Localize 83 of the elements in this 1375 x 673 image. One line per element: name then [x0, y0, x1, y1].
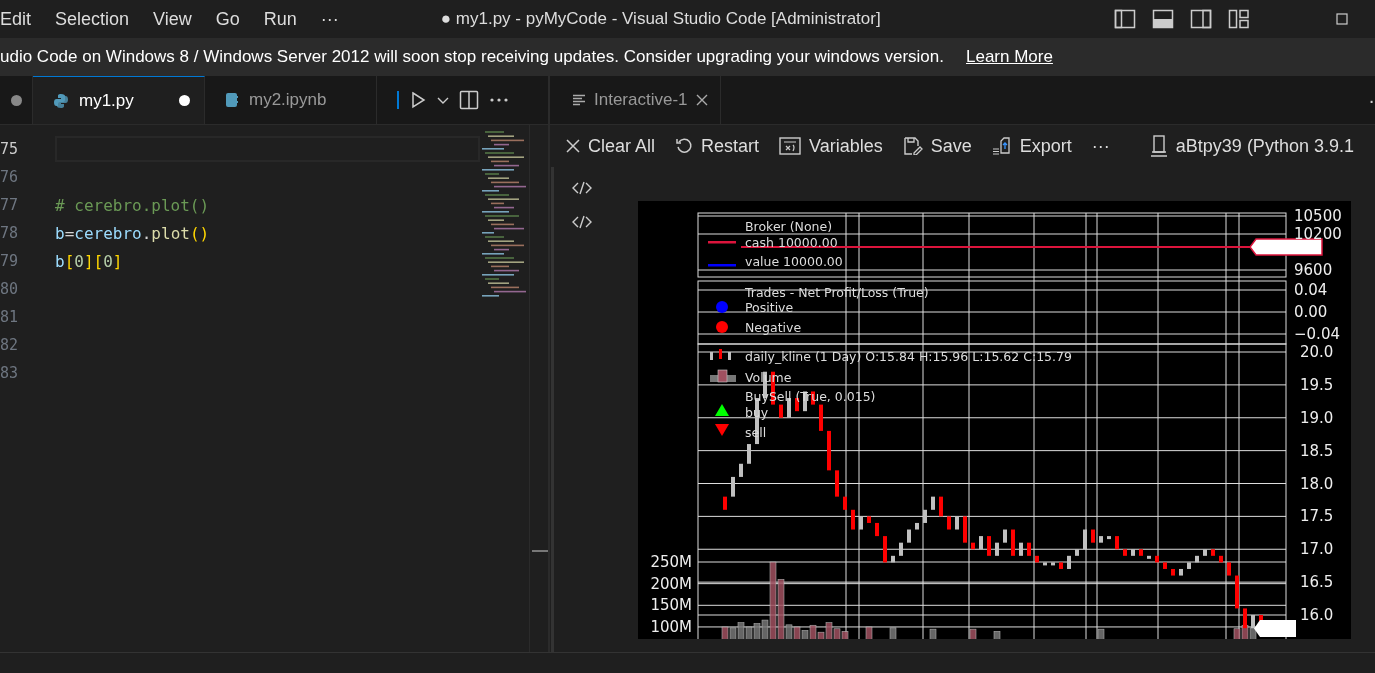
- caret-icon[interactable]: [437, 95, 449, 105]
- code-line: b=cerebro.plot(): [55, 223, 210, 243]
- lines-icon: [572, 94, 586, 106]
- interactive-tab[interactable]: Interactive-1: [550, 76, 721, 124]
- menu-item[interactable]: Go: [203, 8, 252, 30]
- line-number: 81: [0, 308, 20, 326]
- editor-tab[interactable]: my2.ipynb: [205, 76, 377, 124]
- axis-tick-label: 17.0: [1300, 540, 1334, 559]
- axis-tick-label: 0.04: [1294, 281, 1328, 299]
- line-number: 82: [0, 336, 20, 354]
- line-number: 78: [0, 224, 20, 242]
- save-button[interactable]: Save: [902, 135, 972, 157]
- menu-item[interactable]: Run: [251, 8, 309, 30]
- axis-tick-label: 18.0: [1300, 474, 1334, 493]
- line-number: 83: [0, 364, 20, 382]
- legend-label: daily_kline (1 Day) O:15.84 H:15.96 L:15.62 C:15.79: [745, 349, 1072, 364]
- close-icon[interactable]: [695, 94, 708, 106]
- axis-tick-label: 100M: [650, 617, 692, 636]
- code-icon[interactable]: [572, 215, 592, 229]
- price-tag: [1254, 620, 1296, 637]
- legend-label: Broker (None): [745, 219, 833, 234]
- axis-tick-label: 19.5: [1300, 375, 1334, 394]
- axis-tick-label: 19.0: [1300, 408, 1334, 427]
- legend-label: cash 10000.00: [745, 235, 838, 250]
- axis-tick-label: 9600: [1294, 261, 1333, 279]
- export-button[interactable]: Export: [991, 135, 1072, 157]
- line-number: 77: [0, 196, 20, 214]
- axis-tick-label: 17.5: [1300, 507, 1334, 526]
- line-number: 80: [0, 280, 20, 298]
- code-icon[interactable]: [572, 181, 592, 195]
- legend-candle-icon: [710, 349, 731, 360]
- menu-item[interactable]: Edit: [0, 8, 44, 30]
- close-icon: [566, 139, 580, 153]
- line-number: 76: [0, 168, 20, 186]
- axis-tick-label: 18.5: [1300, 441, 1334, 460]
- python-file-icon: [53, 92, 69, 109]
- minimize-icon[interactable]: [1336, 13, 1348, 25]
- more-button[interactable]: ···: [1091, 135, 1110, 157]
- save-icon: [902, 137, 923, 155]
- restart-button[interactable]: Restart: [675, 135, 760, 157]
- legend-label: Trades - Net Profit/Loss (True): [745, 285, 929, 300]
- export-icon: [991, 137, 1012, 155]
- more-icon[interactable]: [489, 97, 509, 103]
- kernel-icon: [1149, 135, 1168, 157]
- line-number: 75: [0, 140, 20, 158]
- kernel-button[interactable]: aBtpy39 (Python 3.9.1: [1149, 135, 1354, 157]
- axis-tick-label: 250M: [650, 553, 692, 571]
- axis-tick-label: 20.0: [1300, 343, 1334, 361]
- update-notice: udio Code on Windows 8 / Windows Server 2012 will soon stop receiving updates. Consider upgrading your windows version.: [0, 47, 944, 67]
- close-button[interactable]: Clear All: [566, 135, 656, 157]
- axis-tick-label: 0.00: [1294, 303, 1328, 321]
- more-actions[interactable]: ·: [1368, 88, 1375, 112]
- variables-icon: [779, 137, 802, 155]
- run-icon[interactable]: [409, 91, 427, 109]
- code-line: # cerebro.plot(): [55, 195, 210, 215]
- unsaved-dot: [179, 95, 190, 106]
- menu-item[interactable]: ···: [308, 8, 351, 30]
- window-title: ● my1.py - pyMyCode - Visual Studio Code [Administrator]: [440, 9, 881, 29]
- line-number: 79: [0, 252, 20, 270]
- axis-tick-label: 16.0: [1300, 606, 1334, 624]
- legend-bar-icon: [710, 369, 736, 383]
- axis-tick-label: 200M: [650, 574, 692, 593]
- legend-label: Negative: [745, 320, 802, 335]
- learn-more-link[interactable]: Learn More: [966, 47, 1053, 67]
- restart-icon: [675, 137, 694, 155]
- sidebar-layout-icon[interactable]: [1114, 9, 1136, 29]
- axis-tick-label: 10200: [1294, 225, 1342, 243]
- menu-item[interactable]: View: [141, 8, 204, 30]
- axis-tick-label: 150M: [650, 596, 692, 615]
- axis-tick-label: 16.5: [1300, 573, 1334, 592]
- split-editor-icon[interactable]: [459, 90, 479, 110]
- legend-label: Positive: [745, 300, 794, 315]
- customize-layout-icon[interactable]: [1228, 9, 1250, 29]
- axis-tick-label: 10500: [1294, 207, 1342, 225]
- editor-tab[interactable]: my1.py: [33, 76, 205, 124]
- variables-button[interactable]: Variables: [779, 135, 883, 157]
- legend-label: value 10000.00: [745, 254, 843, 269]
- notebook-file-icon: [225, 92, 239, 108]
- menu-item[interactable]: Selection: [43, 8, 142, 30]
- axis-tick-label: −0.04: [1294, 325, 1340, 343]
- panel-layout-icon[interactable]: [1152, 9, 1174, 29]
- code-line: b[0][0]: [55, 251, 123, 271]
- secondary-sidebar-icon[interactable]: [1190, 9, 1212, 29]
